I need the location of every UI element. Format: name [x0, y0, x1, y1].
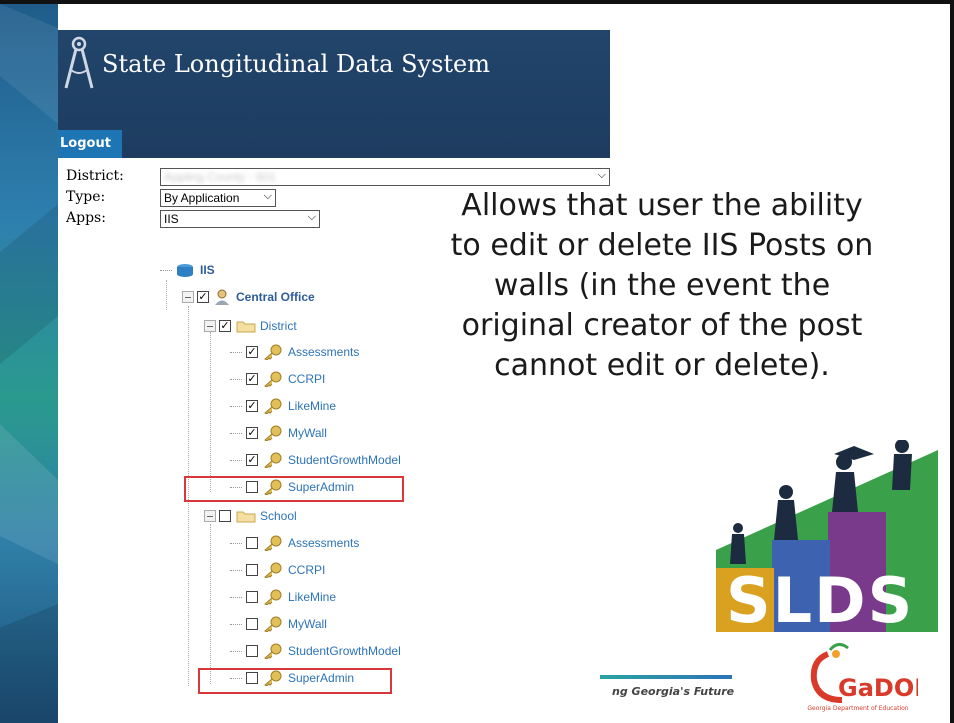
checkbox-central-office[interactable]: ✓ [197, 291, 209, 303]
highlight-school-superadmin [198, 668, 392, 694]
permission-checkbox[interactable] [246, 537, 258, 549]
tree-connector [210, 524, 211, 684]
permission-checkbox[interactable] [246, 618, 258, 630]
tree-leaf-district-studentgrowthmodel[interactable]: ✓ StudentGrowthModel [230, 450, 401, 470]
checkbox-district[interactable]: ✓ [219, 320, 231, 332]
key-icon [264, 398, 282, 414]
key-icon [264, 589, 282, 605]
tree-leaf-label: CCRPI [288, 563, 326, 577]
tree-leaf-label: MyWall [288, 617, 327, 631]
permission-checkbox[interactable] [246, 645, 258, 657]
highlight-district-superadmin [184, 476, 404, 502]
collapse-icon[interactable] [204, 510, 216, 522]
tree-node-school[interactable]: School [204, 506, 297, 526]
slds-logo-text: SLDS [726, 564, 914, 632]
permission-checkbox[interactable] [246, 591, 258, 603]
key-icon [264, 535, 282, 551]
tree-node-central-office[interactable]: ✓ Central Office [182, 287, 315, 307]
tree-connector [210, 332, 211, 492]
key-icon [264, 643, 282, 659]
user-icon [215, 289, 229, 305]
tree-leaf-label: LikeMine [288, 399, 337, 413]
callout-line: walls (in the event the [493, 268, 831, 303]
tree-node-label: Central Office [236, 290, 315, 304]
key-icon [264, 344, 282, 360]
decorative-left-strip [0, 4, 58, 723]
tree-leaf-label: MyWall [288, 426, 327, 440]
tree-connector [166, 280, 167, 310]
gadoe-logo-text: GaDOE [838, 674, 918, 702]
permission-checkbox[interactable]: ✓ [246, 373, 258, 385]
key-icon [264, 425, 282, 441]
tree-leaf-district-ccrpi[interactable]: ✓ CCRPI [230, 369, 325, 389]
key-icon [264, 562, 282, 578]
slide-right-border [950, 0, 954, 723]
key-icon [264, 371, 282, 387]
collapse-icon[interactable] [182, 291, 194, 303]
tree-leaf-label: CCRPI [288, 372, 326, 386]
key-icon [264, 616, 282, 632]
slds-logo: SLDS [716, 440, 938, 632]
callout-text: Allows that user the ability to edit or … [404, 186, 920, 386]
tree-leaf-label: StudentGrowthModel [288, 453, 401, 467]
tree-leaf-school-assessments[interactable]: Assessments [230, 533, 359, 553]
tree-node-label: IIS [200, 263, 215, 277]
callout-line: to edit or delete IIS Posts on [450, 228, 874, 263]
tree-leaf-district-mywall[interactable]: ✓ MyWall [230, 423, 327, 443]
tree-node-label: District [260, 319, 297, 333]
gadoe-logo-subtext: Georgia Department of Education [807, 705, 908, 712]
footer-tagline: ng Georgia's Future [612, 685, 735, 698]
permission-checkbox[interactable]: ✓ [246, 454, 258, 466]
tree-node-iis[interactable]: IIS [160, 260, 215, 280]
permission-checkbox[interactable]: ✓ [246, 400, 258, 412]
callout-line: Allows that user the ability [461, 188, 863, 223]
tree-node-district[interactable]: ✓ District [204, 316, 297, 336]
slide-top-border [0, 0, 954, 4]
tree-leaf-district-assessments[interactable]: ✓ Assessments [230, 342, 359, 362]
tree-leaf-district-likemine[interactable]: ✓ LikeMine [230, 396, 336, 416]
collapse-icon[interactable] [204, 320, 216, 332]
checkbox-school[interactable] [219, 510, 231, 522]
permission-checkbox[interactable]: ✓ [246, 346, 258, 358]
gadoe-logo: GaDOE Georgia Department of Education [807, 643, 918, 712]
database-icon [177, 264, 193, 277]
tree-leaf-school-ccrpi[interactable]: CCRPI [230, 560, 325, 580]
tree-node-label: School [260, 509, 297, 523]
tree-leaf-label: Assessments [288, 345, 360, 359]
tree-leaf-school-studentgrowthmodel[interactable]: StudentGrowthModel [230, 641, 401, 661]
footer-rule [600, 675, 732, 679]
permission-checkbox[interactable] [246, 564, 258, 576]
tree-leaf-label: LikeMine [288, 590, 337, 604]
tree-leaf-school-likemine[interactable]: LikeMine [230, 587, 336, 607]
callout-line: original creator of the post [461, 308, 863, 343]
folder-icon [236, 321, 256, 333]
tree-leaf-label: StudentGrowthModel [288, 644, 401, 658]
callout-line: cannot edit or delete). [494, 348, 830, 383]
key-icon [264, 452, 282, 468]
folder-icon [236, 511, 256, 523]
tree-leaf-label: Assessments [288, 536, 360, 550]
tree-leaf-school-mywall[interactable]: MyWall [230, 614, 327, 634]
permission-checkbox[interactable]: ✓ [246, 427, 258, 439]
